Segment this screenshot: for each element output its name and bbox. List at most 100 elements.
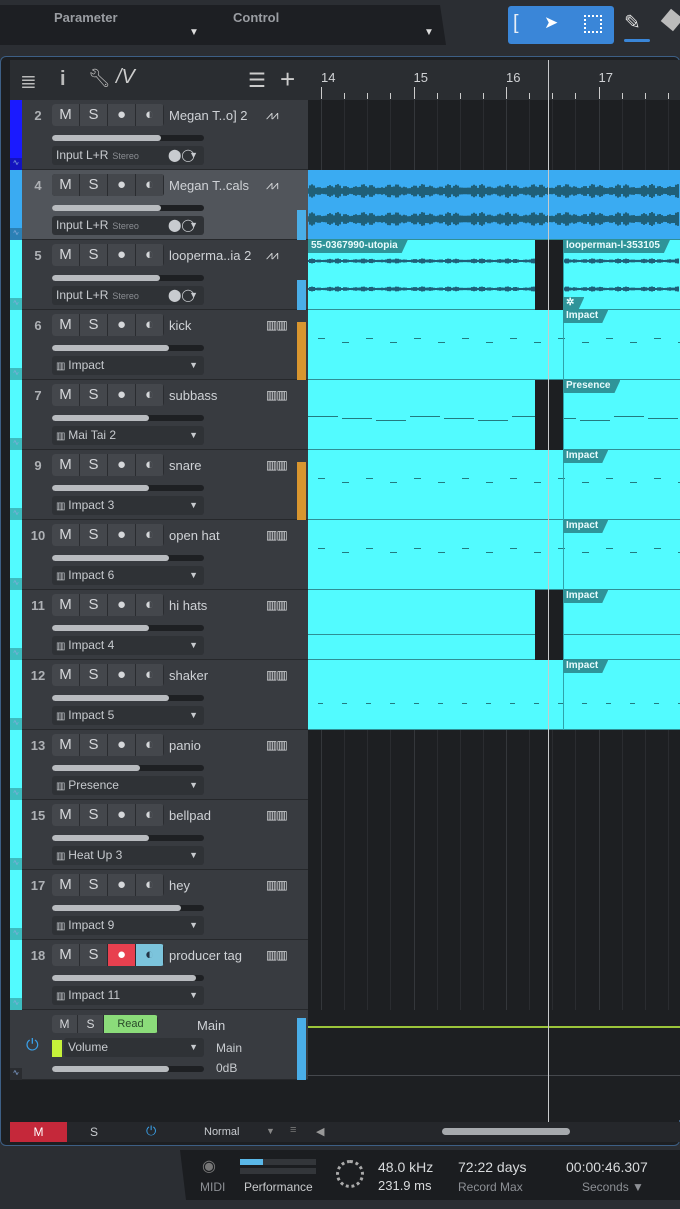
track-color-strip[interactable]: ∿ (10, 310, 22, 380)
clip-label[interactable]: Impact (563, 450, 608, 463)
add-track-icon[interactable]: + (280, 64, 295, 95)
automation-icon[interactable]: ∿ (10, 158, 22, 170)
track-color-strip[interactable]: ∿ (10, 100, 22, 170)
read-mode-button[interactable]: Read (104, 1015, 158, 1033)
monitor-button[interactable]: ◐ (136, 874, 164, 896)
automation-icon[interactable]: ∿ (10, 858, 22, 870)
automation-parameter-select[interactable]: Volume ▼ (64, 1038, 204, 1057)
mute-button[interactable]: M (52, 594, 80, 616)
volume-fader[interactable] (52, 695, 204, 701)
track-name[interactable]: Megan T..cals (169, 178, 249, 193)
instrument-select[interactable]: ▥ Impact 9 ▼ (52, 916, 204, 935)
mute-button[interactable]: M (52, 734, 80, 756)
automation-icon[interactable]: ∿ (10, 438, 22, 450)
track-options-icon[interactable]: ☰ (248, 68, 266, 93)
track-name[interactable]: looperma..ia 2 (169, 248, 251, 263)
arrow-tool-icon[interactable]: ➤ (544, 13, 558, 33)
global-power-icon[interactable]: ⏻ (146, 1123, 156, 1139)
automation-icon[interactable]: ∿ (10, 508, 22, 520)
solo-button[interactable]: S (80, 384, 108, 406)
track-name[interactable]: open hat (169, 528, 220, 543)
track-name[interactable]: Megan T..o] 2 (169, 108, 248, 123)
mute-button[interactable]: M (52, 174, 80, 196)
volume-fader[interactable] (52, 835, 204, 841)
track-shaker[interactable]: ∿ 12 M S ● ◐ shaker ▥▥ ▥ Impact 5 ▼ (10, 660, 308, 730)
mute-button[interactable]: M (52, 664, 80, 686)
volume-fader[interactable] (52, 625, 204, 631)
track-megan-t-o-2[interactable]: ∿ 2 M S ● ◐ Megan T..o] 2 ⩘⩘ Input L+R Stereo ⬤◯ ▼ (10, 100, 308, 170)
track-subbass[interactable]: ∿ 7 M S ● ◐ subbass ▥▥ ▥ Mai Tai 2 ▼ (10, 380, 308, 450)
solo-button[interactable]: S (80, 454, 108, 476)
track-megan-t-cals[interactable]: ∿ 4 M S ● ◐ Megan T..cals ⩘⩘ Input L+R Stereo ⬤◯ ▼ (10, 170, 308, 240)
automation-icon[interactable]: ∿ (10, 298, 22, 310)
track-name[interactable]: snare (169, 458, 202, 473)
record-arm-button[interactable]: ● (108, 244, 136, 266)
automation-icon[interactable]: ∿ (10, 648, 22, 660)
volume-fader[interactable] (52, 345, 204, 351)
solo-button[interactable]: S (80, 874, 108, 896)
track-lane[interactable] (308, 940, 680, 1010)
record-arm-button[interactable]: ● (108, 314, 136, 336)
mute-button[interactable]: M (52, 524, 80, 546)
automation-icon[interactable]: ∿ (10, 788, 22, 800)
clip[interactable]: Impact (308, 660, 680, 730)
performance-label[interactable]: Performance (244, 1180, 313, 1194)
track-name[interactable]: panio (169, 738, 201, 753)
main-mute-button[interactable]: M (52, 1015, 78, 1033)
track-color-strip[interactable]: ∿ (10, 520, 22, 590)
automation-icon[interactable]: /V (116, 66, 135, 89)
global-mute-button[interactable]: M (10, 1122, 67, 1142)
instrument-select[interactable]: ▥ Heat Up 3 ▼ (52, 846, 204, 865)
monitor-button[interactable]: ◐ (136, 244, 164, 266)
monitor-button[interactable]: ◐ (136, 944, 164, 966)
solo-button[interactable]: S (80, 174, 108, 196)
monitor-button[interactable]: ◐ (136, 454, 164, 476)
control-dropdown-icon[interactable]: ▼ (424, 27, 434, 38)
instrument-select[interactable]: ▥ Impact 3 ▼ (52, 496, 204, 515)
solo-button[interactable]: S (80, 804, 108, 826)
mode-select[interactable]: Normal (204, 1126, 239, 1138)
track-lane[interactable] (308, 800, 680, 870)
volume-fader[interactable] (52, 415, 204, 421)
range-select-icon[interactable]: [ (513, 12, 519, 35)
volume-fader[interactable] (52, 205, 204, 211)
automation-icon[interactable]: ∿ (10, 998, 22, 1010)
track-color-strip[interactable]: ∿ (10, 660, 22, 730)
track-name[interactable]: shaker (169, 668, 208, 683)
mute-button[interactable]: M (52, 454, 80, 476)
track-name[interactable]: hi hats (169, 598, 207, 613)
main-automation-lane[interactable] (308, 1010, 680, 1120)
track-bellpad[interactable]: ∿ 15 M S ● ◐ bellpad ▥▥ ▥ Heat Up 3 ▼ (10, 800, 308, 870)
split-select-icon[interactable] (584, 15, 602, 33)
mute-button[interactable]: M (52, 874, 80, 896)
automation-icon[interactable]: ∿ (10, 228, 22, 240)
automation-icon[interactable]: ∿ (10, 368, 22, 380)
track-color-strip[interactable]: ∿ (10, 590, 22, 660)
clip-label[interactable]: 55-0367990-utopia (308, 240, 408, 253)
monitor-button[interactable]: ◐ (136, 384, 164, 406)
mute-button[interactable]: M (52, 244, 80, 266)
monitor-button[interactable]: ◐ (136, 314, 164, 336)
volume-fader[interactable] (52, 485, 204, 491)
track-name[interactable]: subbass (169, 388, 217, 403)
track-color-strip[interactable]: ∿ (10, 800, 22, 870)
instrument-select[interactable]: ▥ Impact 11 ▼ (52, 986, 204, 1005)
solo-button[interactable]: S (80, 314, 108, 336)
clip-label[interactable]: Impact (563, 310, 608, 323)
mute-button[interactable]: M (52, 104, 80, 126)
track-producer-tag[interactable]: ∿ 18 M S ● ◐ producer tag ▥▥ ▥ Impact 11 ▼ (10, 940, 308, 1010)
track-color-strip[interactable]: ∿ (10, 240, 22, 310)
parameter-dropdown-icon[interactable]: ▼ (189, 27, 199, 38)
record-arm-button[interactable]: ● (108, 804, 136, 826)
scroll-left-icon[interactable]: ◀ (316, 1125, 324, 1138)
track-color-strip[interactable]: ∿ (10, 730, 22, 800)
mute-button[interactable]: M (52, 804, 80, 826)
track-snare[interactable]: ∿ 9 M S ● ◐ snare ▥▥ ▥ Impact 3 ▼ (10, 450, 308, 520)
power-icon[interactable]: ⏻ (26, 1037, 39, 1055)
solo-button[interactable]: S (80, 944, 108, 966)
track-color-strip[interactable]: ∿ (10, 170, 22, 240)
track-name[interactable]: hey (169, 878, 190, 893)
clip-label[interactable]: Presence (563, 380, 620, 393)
chevron-down-icon[interactable]: ▼ (266, 1126, 275, 1136)
track-color-strip[interactable]: ∿ (10, 450, 22, 520)
